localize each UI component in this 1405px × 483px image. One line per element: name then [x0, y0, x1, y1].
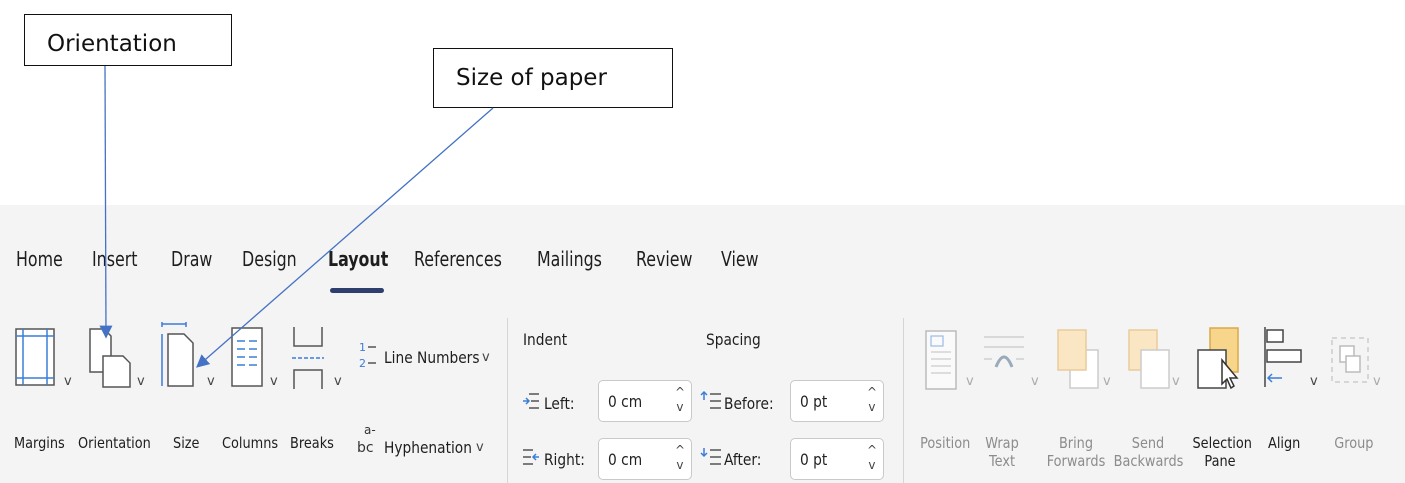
margins-chevron-down-icon[interactable]: v	[64, 374, 72, 389]
indent-right-label: Right:	[544, 450, 585, 469]
orientation-icon[interactable]	[89, 328, 131, 388]
svg-text:2: 2	[359, 357, 366, 370]
spacing-after-stepper[interactable]: ^ v	[867, 443, 877, 473]
spacing-after-label: After:	[724, 450, 762, 469]
margins-icon[interactable]	[15, 328, 55, 386]
bring-forwards-icon[interactable]	[1056, 328, 1102, 390]
hyphenation-icon[interactable]: a- bc	[356, 422, 380, 456]
indent-left-stepper[interactable]: ^ v	[675, 385, 685, 415]
indent-left-value[interactable]: 0 cm	[608, 392, 642, 411]
indent-right-field[interactable]: 0 cm ^ v	[598, 438, 692, 480]
tab-references[interactable]: References	[414, 247, 502, 271]
position-label: Position	[920, 434, 971, 452]
active-tab-underline	[330, 288, 384, 293]
spacing-before-stepper[interactable]: ^ v	[867, 385, 877, 415]
tab-review[interactable]: Review	[636, 247, 692, 271]
send-backwards-icon[interactable]	[1127, 328, 1173, 390]
bring-forwards-chevron-down-icon[interactable]: v	[1103, 374, 1111, 389]
indent-left-label: Left:	[544, 394, 575, 413]
group-icon[interactable]	[1330, 332, 1370, 388]
margins-label: Margins	[14, 434, 65, 452]
callout-size-text: Size of paper	[456, 65, 607, 91]
wrap-text-label: Wrap Text	[985, 434, 1019, 470]
hyphenation-button[interactable]: Hyphenation	[384, 438, 472, 457]
tab-layout[interactable]: Layout	[328, 247, 388, 271]
tab-draw[interactable]: Draw	[171, 247, 212, 271]
selection-pane-label: Selection Pane	[1192, 434, 1252, 470]
indent-right-value[interactable]: 0 cm	[608, 450, 642, 469]
indent-left-icon	[523, 393, 539, 409]
size-label: Size	[173, 434, 200, 452]
columns-icon[interactable]	[231, 327, 263, 387]
tab-view[interactable]: View	[721, 247, 759, 271]
spacing-heading: Spacing	[706, 330, 761, 349]
spacing-before-field[interactable]: 0 pt ^ v	[790, 380, 884, 422]
tab-design[interactable]: Design	[242, 247, 297, 271]
group-separator	[507, 318, 508, 483]
indent-right-stepper[interactable]: ^ v	[675, 443, 685, 473]
ribbon-tabs: Home Insert Draw Design Layout Reference…	[0, 247, 1405, 297]
spacing-after-value[interactable]: 0 pt	[800, 450, 827, 469]
bring-forwards-label: Bring Forwards	[1046, 434, 1106, 470]
svg-text:a-: a-	[364, 423, 376, 437]
wrap-text-icon[interactable]	[982, 333, 1026, 385]
spacing-before-label: Before:	[724, 394, 774, 413]
breaks-icon[interactable]	[291, 326, 325, 390]
columns-chevron-down-icon[interactable]: v	[270, 374, 278, 389]
send-backwards-chevron-down-icon[interactable]: v	[1172, 374, 1180, 389]
spacing-before-icon	[700, 390, 721, 409]
spacing-before-value[interactable]: 0 pt	[800, 392, 827, 411]
hyphenation-chevron-down-icon[interactable]: v	[476, 440, 484, 455]
svg-text:bc: bc	[357, 440, 374, 456]
group-separator	[903, 318, 904, 483]
send-backwards-label: Send Backwards	[1113, 434, 1184, 470]
group-label: Group	[1334, 434, 1374, 452]
tab-mailings[interactable]: Mailings	[537, 247, 602, 271]
spacing-after-field[interactable]: 0 pt ^ v	[790, 438, 884, 480]
orientation-chevron-down-icon[interactable]: v	[137, 374, 145, 389]
align-label: Align	[1268, 434, 1301, 452]
callout-orientation: Orientation	[24, 14, 232, 66]
wrap-text-chevron-down-icon[interactable]: v	[1031, 374, 1039, 389]
position-chevron-down-icon[interactable]: v	[966, 374, 974, 389]
spacing-after-icon	[700, 448, 721, 465]
svg-text:1: 1	[359, 341, 366, 354]
line-numbers-chevron-down-icon[interactable]: v	[482, 350, 490, 365]
indent-left-field[interactable]: 0 cm ^ v	[598, 380, 692, 422]
selection-pane-icon[interactable]	[1196, 326, 1244, 392]
columns-label: Columns	[222, 434, 279, 452]
orientation-label: Orientation	[78, 434, 151, 452]
callout-size-of-paper: Size of paper	[433, 48, 673, 108]
align-chevron-down-icon[interactable]: v	[1310, 374, 1318, 389]
size-icon[interactable]	[160, 322, 206, 388]
indent-right-icon	[523, 449, 539, 465]
size-chevron-down-icon[interactable]: v	[207, 374, 215, 389]
align-icon[interactable]	[1262, 326, 1306, 388]
position-icon[interactable]	[925, 330, 959, 392]
breaks-label: Breaks	[290, 434, 334, 452]
tab-insert[interactable]: Insert	[92, 247, 137, 271]
line-numbers-icon[interactable]: 1 2	[358, 340, 380, 370]
group-chevron-down-icon[interactable]: v	[1373, 374, 1381, 389]
line-numbers-button[interactable]: Line Numbers	[384, 348, 480, 367]
callout-orientation-text: Orientation	[47, 31, 177, 57]
breaks-chevron-down-icon[interactable]: v	[334, 374, 342, 389]
tab-home[interactable]: Home	[16, 247, 63, 271]
indent-heading: Indent	[523, 330, 568, 349]
